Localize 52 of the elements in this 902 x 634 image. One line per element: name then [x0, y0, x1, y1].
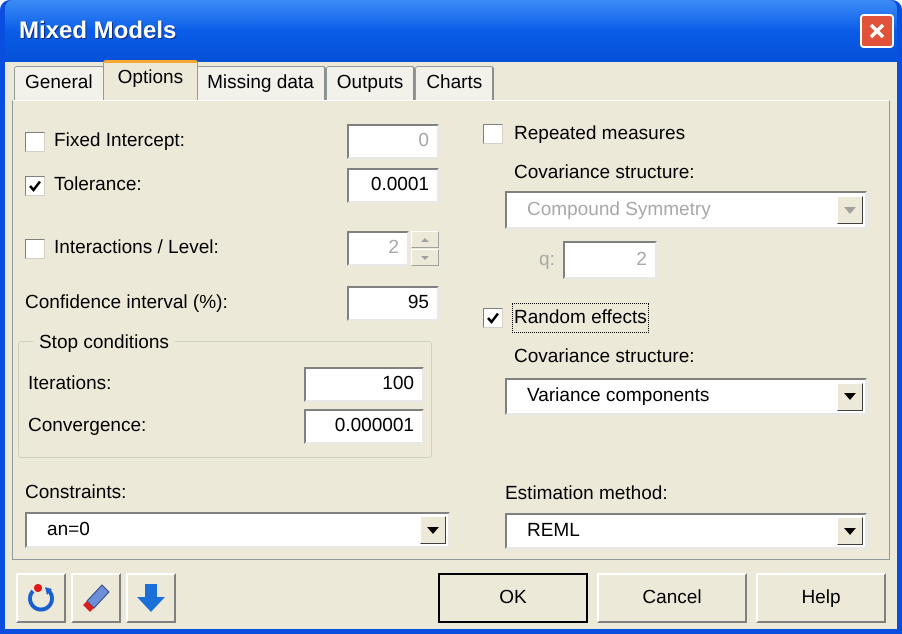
spin-up-button[interactable]	[411, 231, 439, 248]
up-arrow-icon	[421, 238, 429, 242]
tab[interactable]: Options	[102, 60, 198, 100]
checkbox[interactable]	[25, 176, 45, 196]
input-field[interactable]: 95	[347, 286, 439, 321]
dropdown-button[interactable]	[837, 517, 863, 545]
field-label: Confidence interval (%):	[25, 291, 228, 316]
dropdown[interactable]: Variance components	[505, 378, 867, 415]
close-icon	[867, 21, 887, 41]
spin-down-button[interactable]	[411, 249, 439, 266]
tab[interactable]: General	[14, 66, 105, 100]
check-icon	[486, 311, 500, 325]
dropdown[interactable]: REML	[505, 513, 867, 549]
checkbox-label: Fixed Intercept:	[54, 129, 185, 154]
tab[interactable]: Outputs	[326, 66, 416, 100]
close-button[interactable]	[860, 14, 894, 48]
checkbox-label: Tolerance:	[54, 173, 142, 198]
dialog-button[interactable]: Help	[756, 573, 886, 623]
checkbox[interactable]	[483, 308, 503, 328]
down-button[interactable]	[126, 573, 176, 623]
caret-icon	[844, 206, 856, 214]
dialog-button[interactable]: Cancel	[597, 573, 747, 623]
reset-icon	[25, 582, 57, 614]
input-field[interactable]: 0.000001	[304, 409, 424, 444]
tab[interactable]: Missing data	[196, 66, 326, 100]
caret-icon	[427, 526, 439, 534]
field-label: q:	[539, 248, 555, 272]
reset-button[interactable]	[16, 573, 66, 623]
eraser-button[interactable]	[71, 573, 121, 623]
dropdown[interactable]: an=0	[25, 512, 450, 548]
dropdown-button[interactable]	[420, 516, 446, 544]
input-field[interactable]: 100	[304, 367, 424, 402]
field-label: Convergence:	[28, 414, 146, 438]
checkbox-label: Repeated measures	[513, 122, 686, 146]
tab[interactable]: Charts	[415, 66, 494, 100]
checkbox[interactable]	[483, 124, 503, 144]
field-label: Iterations:	[28, 372, 112, 396]
dialog-button[interactable]: OK	[438, 573, 588, 623]
field-label: Estimation method:	[505, 482, 669, 504]
checkbox-label: Interactions / Level:	[54, 236, 219, 260]
checkbox-label: Random effects	[512, 302, 649, 334]
field-label: Covariance structure:	[514, 345, 696, 365]
check-icon	[28, 178, 42, 192]
dropdown-button[interactable]	[837, 382, 863, 410]
field-label: Constraints:	[25, 481, 128, 503]
field-label: Covariance structure:	[514, 161, 696, 181]
down-arrow-icon	[135, 582, 167, 614]
input-field[interactable]: 0.0001	[347, 168, 439, 203]
caret-icon	[844, 528, 856, 534]
caret-icon	[844, 393, 856, 400]
down-arrow-icon	[421, 256, 429, 260]
window-title: Mixed Models	[19, 16, 176, 46]
